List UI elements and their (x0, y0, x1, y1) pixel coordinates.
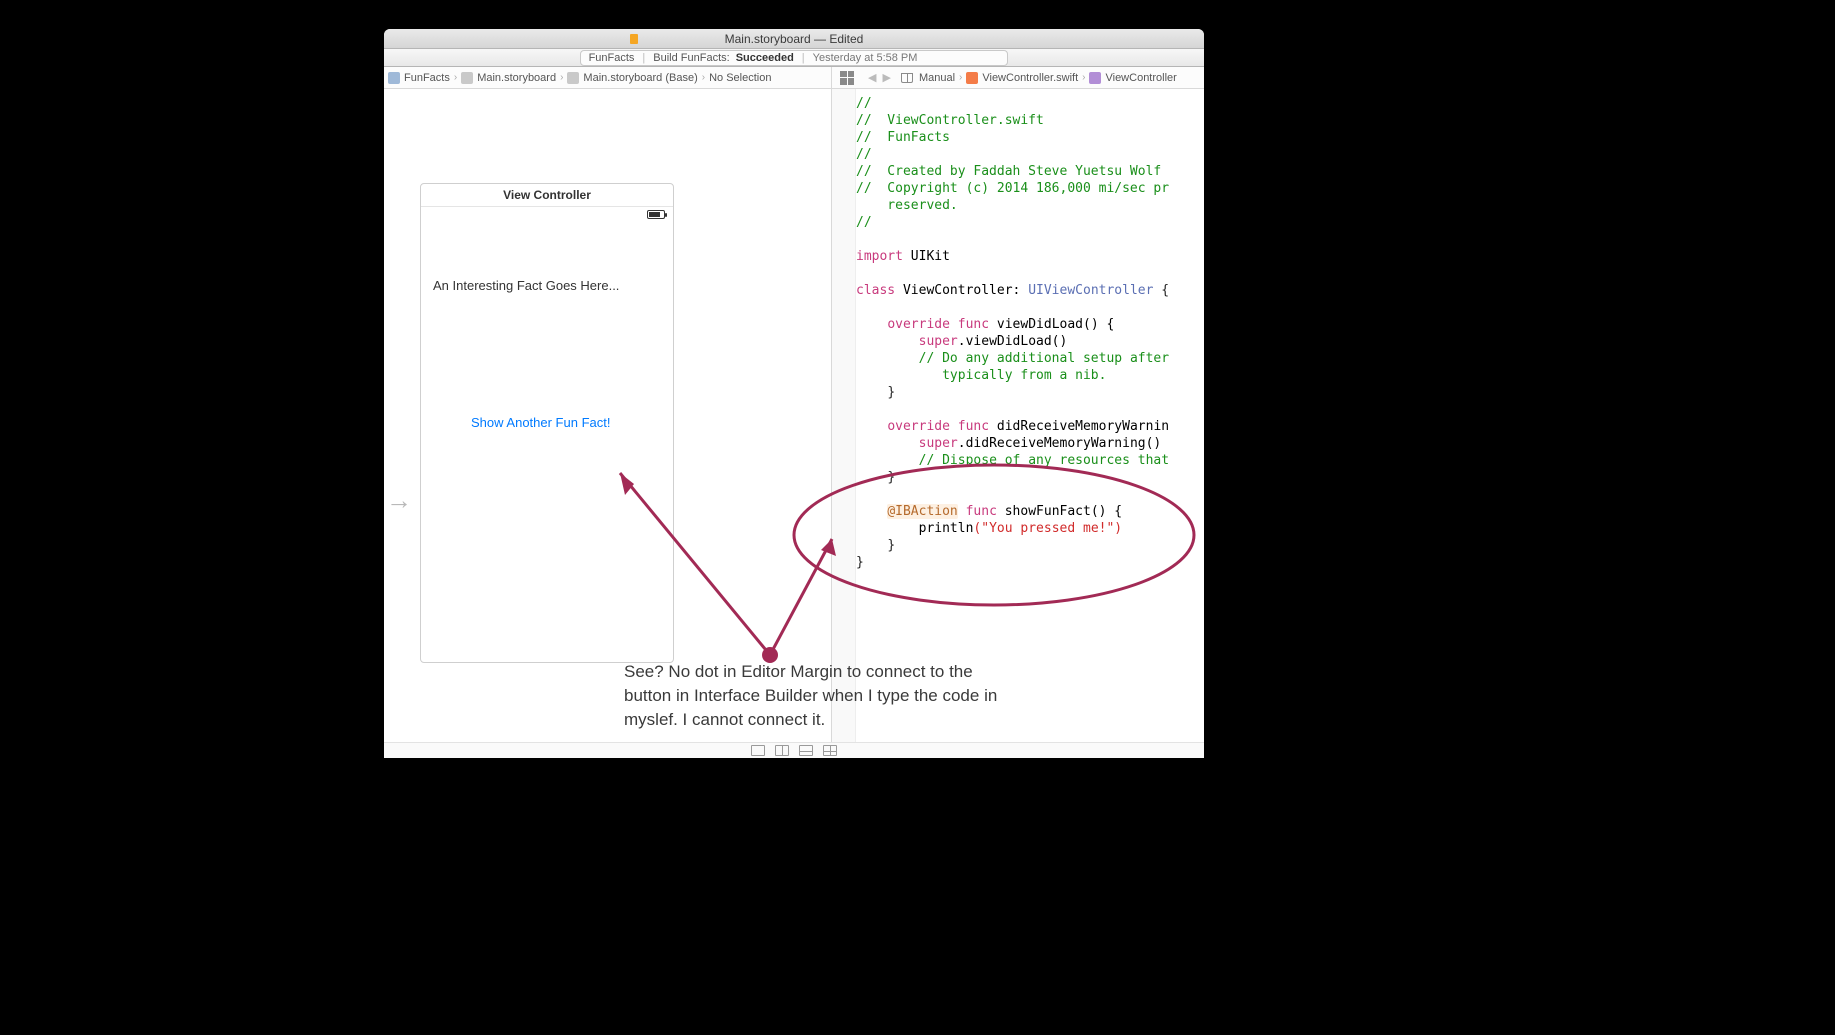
code-string: ("You pressed me!") (973, 521, 1122, 536)
code-keyword: func (966, 504, 997, 519)
crumb-manual[interactable]: Manual (919, 72, 955, 84)
assistant-code-editor[interactable]: // // ViewController.swift // FunFacts /… (832, 89, 1204, 742)
related-items-icon[interactable] (840, 71, 854, 85)
crumb-selection[interactable]: No Selection (709, 72, 771, 84)
code-keyword: func (958, 419, 989, 434)
manual-icon (901, 73, 913, 83)
code-ident: showFunFact() { (1005, 504, 1122, 519)
battery-icon (647, 210, 665, 219)
initial-scene-arrow-icon[interactable]: → (386, 485, 412, 516)
source-code[interactable]: // // ViewController.swift // FunFacts /… (856, 95, 1204, 571)
code-comment: // FunFacts (856, 130, 950, 145)
code-comment: // (856, 215, 872, 230)
status-bar-mock (421, 207, 673, 223)
build-timestamp: Yesterday at 5:58 PM (813, 52, 918, 64)
separator-icon: | (802, 52, 805, 64)
crumb-project[interactable]: FunFacts (404, 72, 450, 84)
code-keyword: super (919, 436, 958, 451)
code-ident: viewDidLoad() { (997, 317, 1114, 332)
annotation-caption: See? No dot in Editor Margin to connect … (624, 660, 1024, 732)
storyboard-jump-bar[interactable]: FunFacts › Main.storyboard › Main.storyb… (384, 67, 832, 88)
build-action-prefix: Build FunFacts: (653, 52, 729, 64)
code-keyword: func (958, 317, 989, 332)
code-keyword: import (856, 249, 903, 264)
assistant-jump-bar[interactable]: ◀ ▶ Manual › ViewController.swift › View… (832, 67, 1204, 88)
pin-icon[interactable] (775, 745, 789, 756)
chevron-right-icon: › (560, 72, 563, 83)
canvas-layout-toolbar (384, 742, 1204, 758)
code-gutter[interactable] (832, 89, 856, 742)
code-brace: } (887, 385, 895, 400)
code-comment: // Dispose of any resources that (919, 453, 1169, 468)
window-titlebar[interactable]: Main.storyboard — Edited (384, 29, 1204, 49)
code-comment: typically from a nib. (919, 368, 1107, 383)
xcode-window: Main.storyboard — Edited FunFacts | Buil… (384, 29, 1204, 758)
nav-arrows: ◀ ▶ (862, 71, 897, 84)
code-comment: // Created by Faddah Steve Yuetsu Wolf (856, 164, 1169, 179)
code-ident: UIKit (911, 249, 950, 264)
code-comment: // Copyright (c) 2014 186,000 mi/sec pr (856, 181, 1169, 196)
resizing-icon[interactable] (823, 745, 837, 756)
build-status-box[interactable]: FunFacts | Build FunFacts: Succeeded | Y… (580, 50, 1009, 66)
nav-forward-icon[interactable]: ▶ (882, 71, 890, 84)
code-comment: // Do any additional setup after (919, 351, 1169, 366)
crumb-file[interactable]: Main.storyboard (477, 72, 556, 84)
code-keyword: override (887, 317, 950, 332)
code-comment: // (856, 96, 872, 111)
class-icon (1089, 72, 1101, 84)
code-ident: println (919, 521, 974, 536)
code-keyword: override (887, 419, 950, 434)
code-brace: } (887, 470, 895, 485)
resolve-issues-icon[interactable] (799, 745, 813, 756)
code-keyword: class (856, 283, 895, 298)
code-comment: // (856, 147, 872, 162)
crumb-base[interactable]: Main.storyboard (Base) (583, 72, 697, 84)
chevron-right-icon: › (702, 72, 705, 83)
code-type: UIViewController (1028, 283, 1153, 298)
code-ident: .didReceiveMemoryWarning() (958, 436, 1162, 451)
build-status: Succeeded (736, 52, 794, 64)
chevron-right-icon: › (1082, 72, 1085, 83)
code-ident: .viewDidLoad() (958, 334, 1068, 349)
code-brace: } (856, 555, 864, 570)
nav-back-icon[interactable]: ◀ (868, 71, 876, 84)
storyboard-icon (567, 72, 579, 84)
show-fact-button[interactable]: Show Another Fun Fact! (471, 415, 610, 430)
chevron-right-icon: › (454, 72, 457, 83)
code-ident: ViewController: (903, 283, 1020, 298)
crumb-symbol[interactable]: ViewController (1105, 72, 1176, 84)
storyboard-icon (461, 72, 473, 84)
chevron-right-icon: › (959, 72, 962, 83)
code-attribute: @IBAction (887, 504, 957, 519)
swift-file-icon (966, 72, 978, 84)
code-comment: reserved. (856, 198, 958, 213)
align-icon[interactable] (751, 745, 765, 756)
separator-icon: | (642, 52, 645, 64)
code-brace: { (1153, 283, 1169, 298)
fact-label[interactable]: An Interesting Fact Goes Here... (433, 278, 619, 293)
build-status-bar: FunFacts | Build FunFacts: Succeeded | Y… (384, 49, 1204, 67)
code-comment: // ViewController.swift (856, 113, 1044, 128)
code-keyword: super (919, 334, 958, 349)
crumb-swift-file[interactable]: ViewController.swift (982, 72, 1078, 84)
code-brace: } (887, 538, 895, 553)
editor-split: → View Controller An Interesting Fact Go… (384, 89, 1204, 742)
window-title: Main.storyboard — Edited (725, 32, 864, 46)
scene-title[interactable]: View Controller (421, 184, 673, 207)
jump-bar-row: FunFacts › Main.storyboard › Main.storyb… (384, 67, 1204, 89)
interface-builder-canvas[interactable]: → View Controller An Interesting Fact Go… (384, 89, 832, 742)
project-name: FunFacts (589, 52, 635, 64)
file-badge-icon (629, 34, 639, 44)
folder-icon (388, 72, 400, 84)
code-ident: didReceiveMemoryWarnin (997, 419, 1169, 434)
view-controller-scene[interactable]: View Controller An Interesting Fact Goes… (420, 183, 674, 663)
code-scroll[interactable]: // // ViewController.swift // FunFacts /… (856, 89, 1204, 742)
